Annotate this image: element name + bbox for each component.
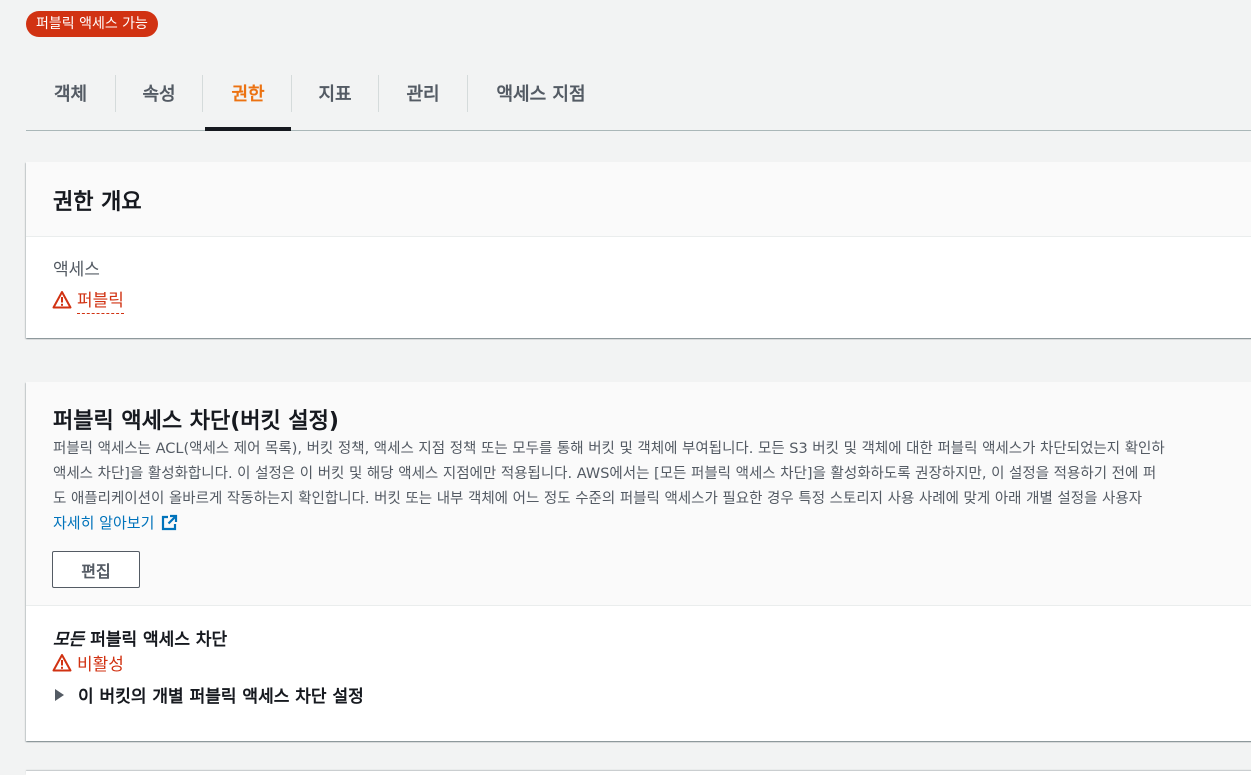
warning-icon [52,653,72,671]
block-all-status-label: 비활성 [77,655,124,675]
permissions-overview-header: 권한 개요 [26,162,1251,237]
block-public-access-title: 퍼블릭 액세스 차단(버킷 설정) [53,409,339,434]
learn-more-link-label[interactable]: 자세히 알아보기 [53,512,154,533]
tab-access-points[interactable]: 액세스 지점 [468,56,614,130]
next-panel-edge [26,771,1251,775]
permissions-overview-title: 권한 개요 [53,190,142,215]
access-label: 액세스 [53,260,100,280]
description-line: 도 애플리케이션이 올바르게 작동하는지 확인합니다. 버킷 또는 내부 객체에… [53,491,1143,507]
tab-objects[interactable]: 객체 [26,56,115,130]
external-link-icon [162,514,178,530]
edit-button[interactable]: 편집 [52,551,140,588]
learn-more-link[interactable]: 자세히 알아보기 [53,512,178,533]
warning-icon [52,291,72,309]
access-status-label[interactable]: 퍼블릭 [77,286,124,314]
tab-permissions[interactable]: 권한 [205,56,291,131]
block-public-access-panel: 퍼블릭 액세스 차단(버킷 설정) 퍼블릭 액세스는 ACL(액세스 제어 목록… [26,382,1251,741]
block-all-emphasis: 모든 [53,630,85,650]
permissions-overview-panel: 권한 개요 액세스 퍼블릭 [26,162,1251,338]
description-line: 액세스 차단]을 활성화합니다. 이 설정은 이 버킷 및 해당 액세스 지점에… [53,466,1157,482]
tab-metrics[interactable]: 지표 [292,56,378,130]
block-all-public-access-label: 모든 퍼블릭 액세스 차단 [53,625,227,650]
tab-management[interactable]: 관리 [379,56,467,130]
individual-settings-expander[interactable]: 이 버킷의 개별 퍼블릭 액세스 차단 설정 [53,682,364,707]
block-all-rest: 퍼블릭 액세스 차단 [90,630,228,650]
tab-divider [202,75,203,112]
block-public-access-description: 퍼블릭 액세스는 ACL(액세스 제어 목록), 버킷 정책, 액세스 지점 정… [53,437,1251,512]
description-line: 퍼블릭 액세스는 ACL(액세스 제어 목록), 버킷 정책, 액세스 지점 정… [53,441,1165,457]
block-all-status: 비활성 [52,650,124,675]
tab-properties[interactable]: 속성 [116,56,202,130]
caret-right-icon[interactable] [55,688,64,701]
public-access-badge: 퍼블릭 액세스 가능 [26,11,158,37]
individual-settings-label[interactable]: 이 버킷의 개별 퍼블릭 액세스 차단 설정 [78,682,364,707]
block-public-access-header: 퍼블릭 액세스 차단(버킷 설정) 퍼블릭 액세스는 ACL(액세스 제어 목록… [26,382,1251,606]
access-status[interactable]: 퍼블릭 [52,286,124,314]
tab-bar: 객체 속성 권한 지표 관리 액세스 지점 [26,56,1251,131]
